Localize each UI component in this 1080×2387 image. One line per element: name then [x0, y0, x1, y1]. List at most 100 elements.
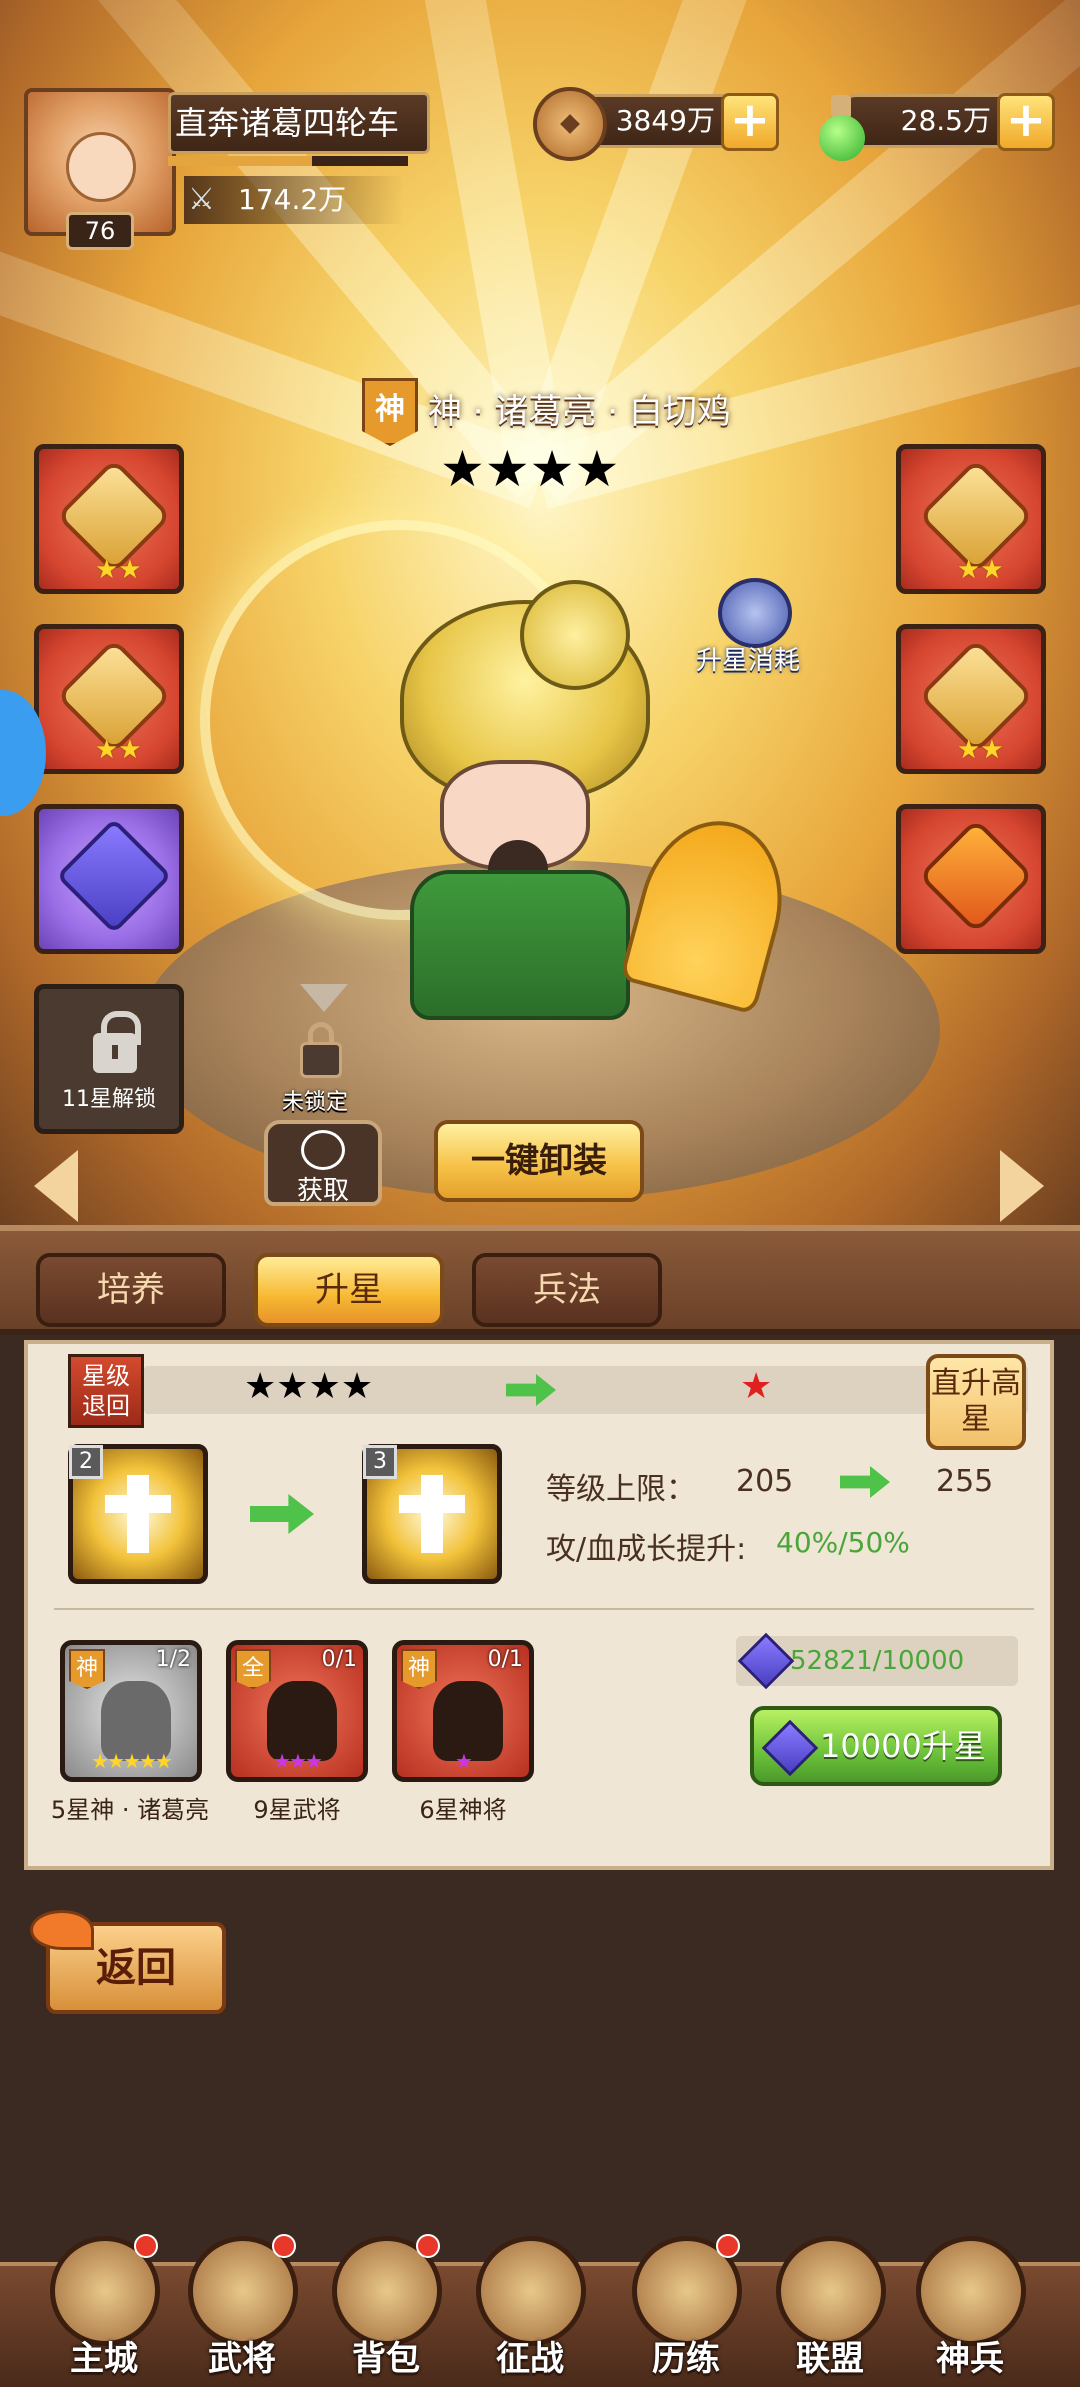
nav-training[interactable]: 历练 [622, 2234, 750, 2386]
material-count: 0/1 [487, 1647, 523, 1672]
god-rank-badge: 神 [69, 1649, 105, 1689]
add-potion-button[interactable]: + [997, 93, 1055, 151]
emblem-icon [718, 578, 792, 648]
nav-label: 历练 [652, 2339, 720, 2379]
nav-label: 神兵 [936, 2339, 1004, 2379]
direct-upgrade-button[interactable]: 直升高星 [926, 1354, 1026, 1450]
notification-dot [416, 2234, 440, 2258]
nav-label: 联盟 [796, 2339, 864, 2379]
next-hero-arrow[interactable] [1000, 1150, 1044, 1222]
skill-icon [105, 1475, 171, 1553]
all-rank-badge: 全 [235, 1649, 271, 1689]
tab-star-up[interactable]: 升星 [254, 1253, 444, 1327]
notification-dot [134, 2234, 158, 2258]
material-count: 0/1 [321, 1647, 357, 1672]
prev-hero-arrow[interactable] [34, 1150, 78, 1222]
growth-value: 40%/50% [776, 1526, 910, 1559]
green-potion-icon [813, 91, 871, 161]
potion-amount: 28.5万 [900, 104, 991, 137]
star-up-button-label: 10000升星 [820, 1727, 986, 1765]
skill-next-level: 3 [363, 1445, 397, 1479]
lock-icon [93, 1011, 141, 1073]
exp-bar [168, 156, 408, 166]
equip-slot-orange-seal[interactable] [896, 804, 1046, 954]
equip-slot-armor[interactable]: ★★ [34, 624, 184, 774]
chevron-down-icon [300, 984, 348, 1012]
unlock-toggle[interactable] [286, 1022, 356, 1082]
nav-backpack[interactable]: 背包 [322, 2234, 450, 2386]
divider [54, 1608, 1034, 1610]
crystal-icon [737, 1632, 795, 1690]
equip-slot-boots[interactable]: ★★ [896, 624, 1046, 774]
crystal-icon [761, 1719, 819, 1777]
material-slot-1[interactable]: 神 1/2 ★★★★★ [60, 1640, 202, 1782]
tab-cultivate[interactable]: 培养 [36, 1253, 226, 1327]
copper-resource: 3849万 + [533, 87, 779, 161]
locked-slot-label: 11星解锁 [62, 1087, 156, 1112]
material-label: 9星武将 [253, 1796, 341, 1824]
shrimp-icon [30, 1910, 94, 1950]
copper-coin-icon [533, 87, 607, 161]
equip-stars: ★★ [95, 735, 142, 765]
skill-current-level: 2 [69, 1445, 103, 1479]
tab-bar: 培养 升星 兵法 [0, 1225, 1080, 1335]
upgrade-cost-badge[interactable]: 升星消耗 [696, 578, 816, 688]
level-cap-label: 等级上限： [546, 1472, 696, 1507]
skill-next[interactable]: 3 [362, 1444, 502, 1584]
crossed-swords-icon: ⚔ [188, 182, 215, 217]
player-level: 76 [66, 212, 134, 250]
material-slot-2[interactable]: 全 0/1 ★★★ [226, 1640, 368, 1782]
notification-dot [272, 2234, 296, 2258]
obtain-icon [301, 1130, 345, 1170]
star-revert-button[interactable]: 星级退回 [68, 1354, 144, 1428]
tab-tactics[interactable]: 兵法 [472, 1253, 662, 1327]
arrow-right-icon [250, 1494, 314, 1534]
obtain-button[interactable]: 获取 [264, 1120, 382, 1206]
nav-label: 背包 [352, 2339, 420, 2379]
nav-divine-weapon[interactable]: 神兵 [906, 2236, 1034, 2386]
combat-power-value: 174.2万 [238, 183, 347, 216]
cleaver-icon [916, 2236, 1026, 2346]
next-stars: ★ [740, 1366, 773, 1407]
skill-current[interactable]: 2 [68, 1444, 208, 1584]
unequip-all-button[interactable]: 一键卸装 [434, 1120, 644, 1202]
exp-bar-fill [168, 156, 312, 166]
equip-slot-helmet[interactable]: ★★ [896, 444, 1046, 594]
hero-character-model[interactable] [370, 580, 801, 1040]
skill-icon [399, 1475, 465, 1553]
level-cap-from: 205 [736, 1464, 794, 1499]
add-copper-button[interactable]: + [721, 93, 779, 151]
nav-label: 征战 [496, 2339, 564, 2379]
potion-resource: 28.5万 + [819, 93, 1055, 161]
equip-stars: ★★ [957, 735, 1004, 765]
hexagon-seal-icon [56, 818, 172, 934]
equip-stars: ★★ [95, 555, 142, 585]
arrow-right-icon [840, 1466, 890, 1498]
nav-alliance[interactable]: 联盟 [766, 2236, 894, 2386]
vegetables-icon [776, 2236, 886, 2346]
level-cap-to: 255 [936, 1464, 994, 1499]
crystal-balance: 52821/10000 [736, 1632, 1018, 1690]
nav-battle[interactable]: 征战 [466, 2236, 594, 2386]
hero-upgrade-screen: 76 直奔诸葛四轮车 ⚔ 174.2万 3849万 + 28.5万 + 神 神 … [0, 0, 1080, 2387]
equip-slot-locked[interactable]: 11星解锁 [34, 984, 184, 1134]
combat-power: ⚔ 174.2万 [184, 176, 404, 224]
material-slot-3[interactable]: 神 0/1 ★ [392, 1640, 534, 1782]
nav-heroes[interactable]: 武将 [178, 2234, 306, 2386]
god-rank-badge: 神 [401, 1649, 437, 1689]
crystal-amount: 52821/10000 [790, 1646, 965, 1676]
equip-slot-weapon[interactable]: ★★ [34, 444, 184, 594]
growth-label: 攻/血成长提升: [546, 1532, 747, 1567]
star-up-button[interactable]: 10000升星 [750, 1706, 1002, 1786]
obtain-label: 获取 [296, 1176, 349, 1206]
material-label: 5星神 · 诸葛亮 [50, 1796, 210, 1824]
star-up-panel: 星级退回 ★★★★ ★ 直升高星 2 3 等级上限： 205 255 攻/血成长… [24, 1340, 1054, 1870]
player-name: 直奔诸葛四轮车 [168, 92, 430, 154]
nav-main-city[interactable]: 主城 [40, 2234, 168, 2386]
hero-name: 神 · 诸葛亮 · 白切鸡 [428, 392, 731, 432]
copper-amount: 3849万 [615, 104, 715, 137]
equip-stars: ★★ [957, 555, 1004, 585]
equip-slot-purple-seal[interactable] [34, 804, 184, 954]
hero-stars: ★★★★ [440, 440, 620, 498]
material-count: 1/2 [155, 1647, 191, 1672]
